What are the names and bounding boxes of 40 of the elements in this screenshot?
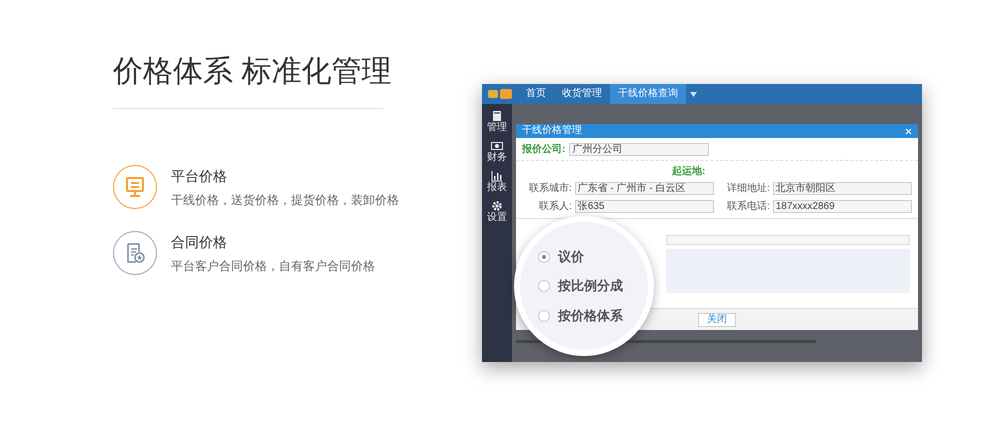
caret-icon[interactable]	[690, 92, 697, 96]
field-label: 报价公司:	[522, 142, 566, 157]
radio-button[interactable]	[538, 250, 550, 262]
feature-description: 干线价格，送货价格，提货价格，装卸价格	[171, 192, 399, 208]
logo-icon	[487, 88, 513, 100]
radio-button[interactable]	[538, 280, 550, 292]
bar-chart-icon	[491, 170, 503, 182]
sidebar-item[interactable]: 设置	[487, 200, 507, 224]
radio-label: 按价格体系	[558, 306, 623, 325]
input-field[interactable]	[666, 234, 910, 244]
radio-label: 议价	[558, 248, 584, 266]
sidebar-item[interactable]: 报表	[487, 170, 507, 194]
radio-label: 按比例分成	[558, 277, 623, 296]
page-headline: 价格体系 标准化管理	[113, 54, 392, 90]
close-button[interactable]: 关闭	[698, 312, 736, 326]
field-label: 联系人:	[538, 200, 572, 214]
input-field[interactable]: 广东省 - 广州市 - 白云区	[574, 182, 714, 195]
input-field[interactable]: 北京市朝阳区	[772, 182, 912, 195]
field-label: 联系城市:	[528, 182, 572, 196]
section-label: 起运地:	[672, 164, 706, 179]
feature-title: 平台价格	[171, 166, 228, 186]
nav-tab[interactable]: 收货管理	[554, 84, 610, 104]
sidebar-item[interactable]: 财务	[487, 140, 507, 164]
book-icon	[491, 110, 503, 122]
feature-description: 平台客户合同价格，自有客户合同价格	[171, 258, 375, 274]
feature-title: 合同价格	[171, 232, 228, 252]
nav-tab[interactable]: 首页	[518, 84, 554, 104]
close-icon[interactable]	[905, 128, 912, 134]
input-field[interactable]: 广州分公司	[569, 143, 710, 156]
field-label: 详细地址:	[726, 182, 770, 196]
monitor-icon	[113, 165, 157, 209]
settings-icon	[491, 200, 503, 212]
input-field[interactable]: 187xxxx2869	[772, 200, 912, 213]
sidebar-item[interactable]: 管理	[487, 110, 507, 134]
nav-tab[interactable]: 干线价格查询	[610, 84, 686, 104]
field-label: 联系电话:	[726, 200, 770, 214]
radio-button[interactable]	[538, 310, 550, 322]
input-field[interactable]: 张635	[574, 200, 714, 213]
dialog-title: 干线价格管理	[522, 125, 582, 137]
banknote-icon	[491, 140, 503, 152]
